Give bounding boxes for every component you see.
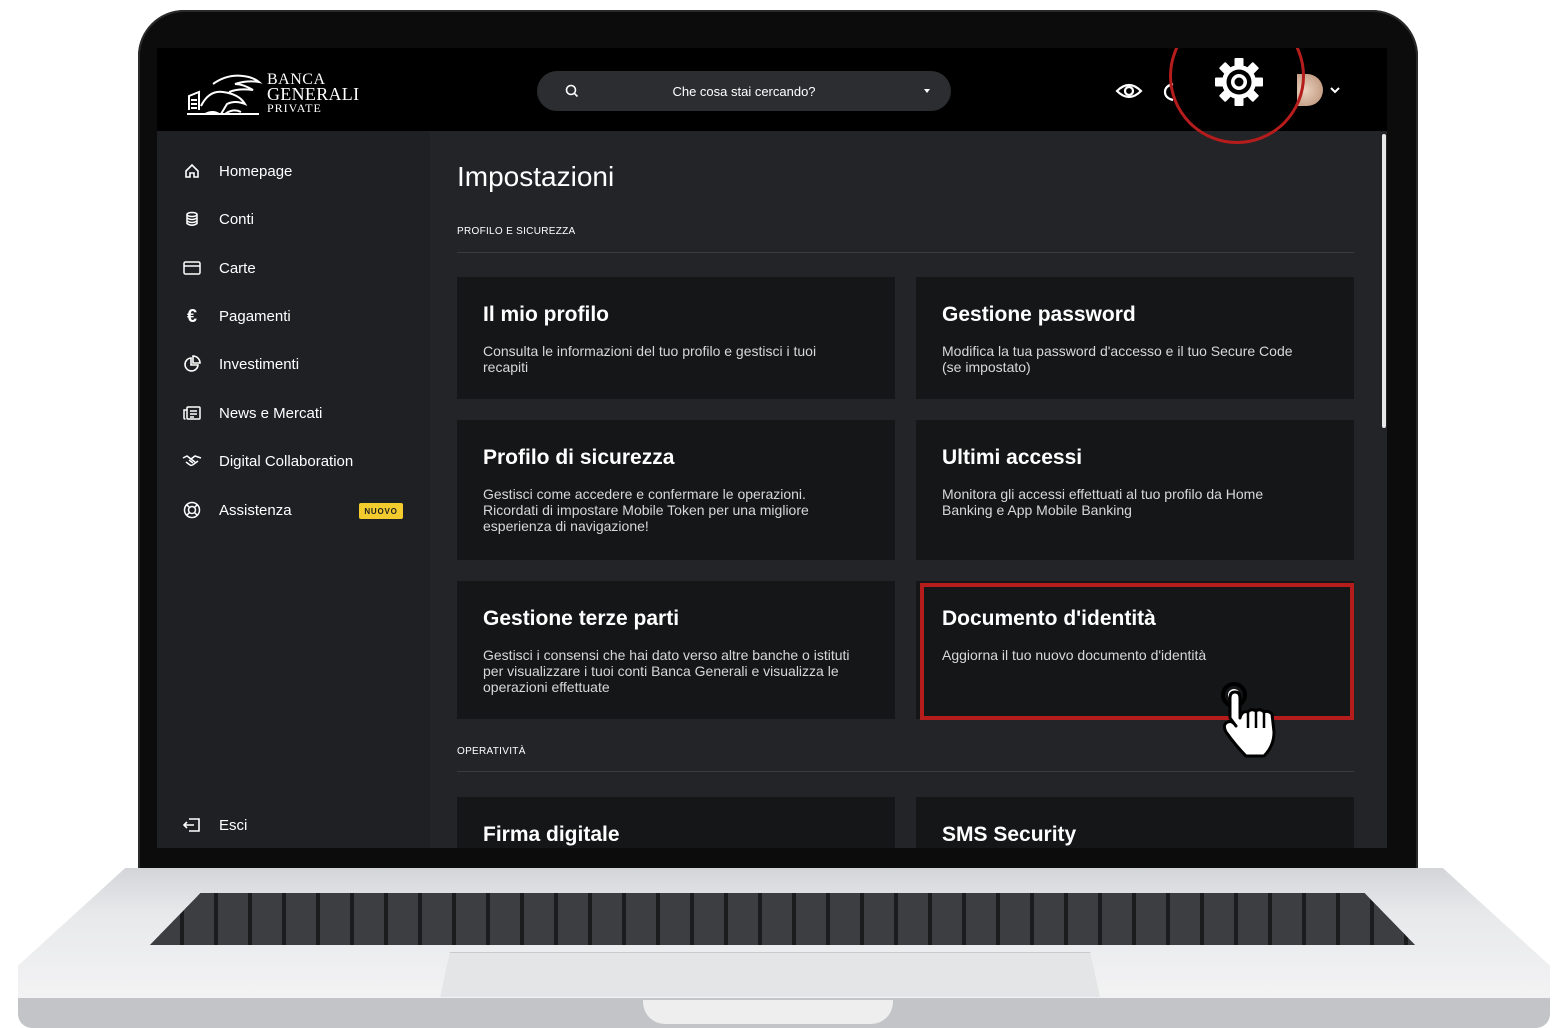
bank-logo[interactable]: BANCA GENERALI PRIVATE	[183, 70, 359, 118]
pie-chart-icon	[181, 353, 203, 375]
section-title-operativita: OPERATIVITÀ	[457, 746, 526, 757]
card-firma-digitale[interactable]: Firma digitale	[457, 797, 895, 848]
home-icon	[181, 160, 203, 182]
section-divider	[457, 252, 1354, 253]
sidebar-item-label: News e Mercati	[219, 404, 323, 422]
chevron-down-icon[interactable]	[1329, 85, 1341, 95]
search-bar[interactable]: Che cosa stai cercando?	[537, 71, 951, 111]
card-description: Gestisci i consensi che hai dato verso a…	[483, 647, 850, 695]
card-description: Modifica la tua password d'accesso e il …	[942, 343, 1293, 375]
sidebar-item-carte[interactable]: Carte	[181, 256, 256, 280]
sidebar-item-esci[interactable]: Esci	[181, 813, 247, 837]
laptop-touchpad	[440, 952, 1100, 997]
card-highlight-frame	[920, 583, 1354, 720]
card-title: Il mio profilo	[483, 303, 609, 326]
logo-text: BANCA GENERALI PRIVATE	[267, 72, 360, 116]
logo-line-2: GENERALI	[267, 84, 360, 104]
scrollbar[interactable]	[1382, 134, 1386, 428]
hand-pointer-icon	[1221, 682, 1276, 758]
sidebar-item-label: Conti	[219, 210, 255, 228]
card-icon	[181, 257, 203, 279]
sidebar-item-label: Carte	[219, 259, 256, 277]
eye-icon[interactable]	[1115, 80, 1143, 102]
card-sms-security[interactable]: SMS Security	[916, 797, 1354, 848]
card-title: Profilo di sicurezza	[483, 446, 675, 469]
sidebar-item-label: Esci	[219, 816, 248, 834]
card-title: Gestione password	[942, 303, 1136, 326]
laptop-keyboard	[150, 893, 1415, 945]
gear-highlight-circle	[1169, 48, 1305, 144]
card-title: Firma digitale	[483, 823, 620, 846]
card-il-mio-profilo[interactable]: Il mio profilo Consulta le informazioni …	[457, 277, 895, 399]
card-ultimi-accessi[interactable]: Ultimi accessi Monitora gli accessi effe…	[916, 420, 1354, 560]
sidebar-item-investimenti[interactable]: Investimenti	[181, 352, 299, 376]
sidebar-item-label: Pagamenti	[219, 307, 291, 325]
card-gestione-password[interactable]: Gestione password Modifica la tua passwo…	[916, 277, 1354, 399]
card-title: SMS Security	[942, 823, 1077, 846]
sidebar-item-label: Digital Collaboration	[219, 452, 354, 470]
lion-logo-icon	[187, 74, 263, 115]
sidebar: Homepage Conti Carte € Pagamenti Investi…	[157, 131, 430, 848]
sidebar-item-label: Assistenza	[219, 501, 292, 519]
card-gestione-terze-parti[interactable]: Gestione terze parti Gestisci i consensi…	[457, 581, 895, 719]
caret-down-icon[interactable]	[923, 87, 931, 95]
sidebar-item-assistenza[interactable]: Assistenza	[181, 498, 292, 522]
sidebar-item-pagamenti[interactable]: € Pagamenti	[181, 304, 291, 328]
coins-icon	[181, 208, 203, 230]
sidebar-item-label: Homepage	[219, 162, 293, 180]
section-title-profilo: PROFILO E SICUREZZA	[457, 226, 576, 237]
card-description: Gestisci come accedere e confermare le o…	[483, 486, 809, 534]
logout-icon	[181, 814, 203, 836]
top-bar: BANCA GENERALI PRIVATE Che cosa stai cer…	[157, 48, 1387, 144]
card-profilo-di-sicurezza[interactable]: Profilo di sicurezza Gestisci come acced…	[457, 420, 895, 560]
section-divider	[457, 771, 1354, 772]
sidebar-item-label: Investimenti	[219, 355, 300, 373]
euro-icon: €	[186, 305, 197, 326]
sidebar-item-news-e-mercati[interactable]: News e Mercati	[181, 401, 322, 425]
lifebuoy-icon	[181, 499, 203, 521]
screen: BANCA GENERALI PRIVATE Che cosa stai cer…	[157, 48, 1387, 848]
laptop-notch	[643, 1000, 893, 1024]
card-title: Gestione terze parti	[483, 607, 680, 630]
new-badge: NUOVO	[359, 503, 403, 519]
card-title: Ultimi accessi	[942, 446, 1083, 469]
sidebar-item-conti[interactable]: Conti	[181, 207, 254, 231]
page-title: Impostazioni	[457, 161, 615, 192]
handshake-icon	[181, 450, 203, 472]
card-description: Monitora gli accessi effettuati al tuo p…	[942, 486, 1264, 518]
card-description: Consulta le informazioni del tuo profilo…	[483, 343, 817, 375]
sidebar-item-digital-collaboration[interactable]: Digital Collaboration	[181, 449, 353, 473]
search-placeholder: Che cosa stai cercando?	[672, 83, 816, 99]
newspaper-icon	[181, 402, 203, 424]
sidebar-item-homepage[interactable]: Homepage	[181, 159, 292, 183]
